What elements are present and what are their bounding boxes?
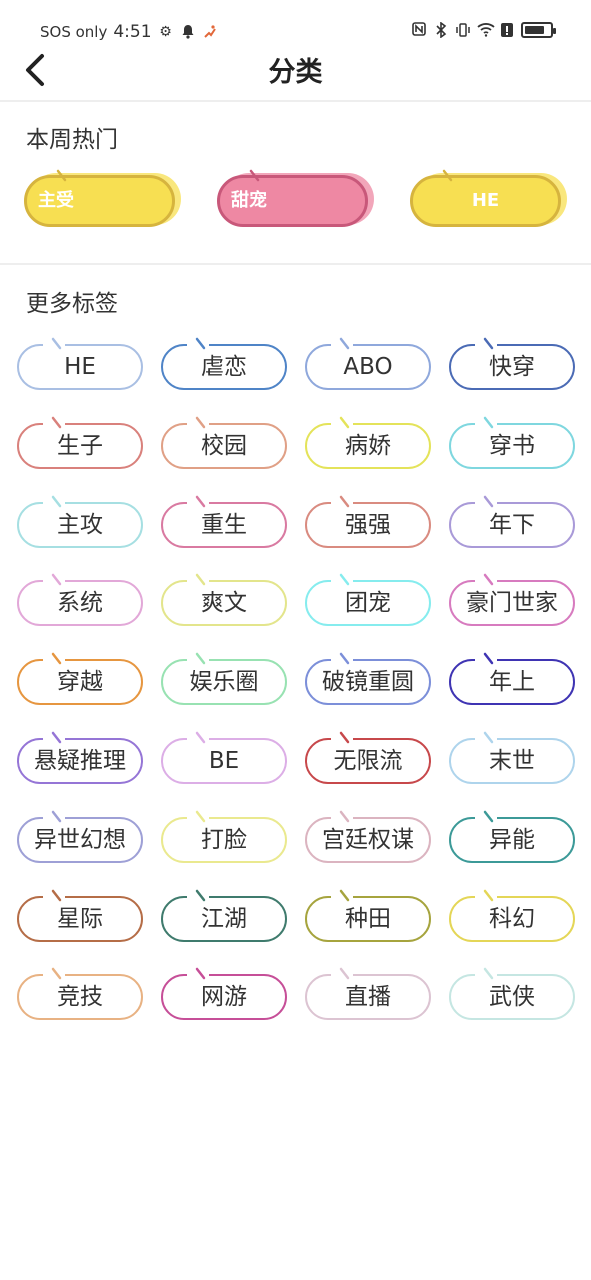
top-nav-bar: 分类 [0,46,591,100]
hot-tags-row: 主受 甜宠 HE [0,169,591,235]
tag-chip[interactable]: 江湖 [161,889,288,942]
tag-chip[interactable]: 悬疑推理 [17,731,144,784]
section-divider [0,263,591,265]
tag-chip[interactable]: BE [161,731,288,784]
tag-chip-label: BE [208,748,240,774]
tag-chip-label: 系统 [57,590,103,616]
tag-chip-label: 星际 [57,906,103,932]
tag-chip[interactable]: 重生 [161,495,288,548]
tag-chip-label: 异世幻想 [34,827,126,853]
tag-chip[interactable]: 娱乐圈 [161,652,288,705]
notification-bell-icon [180,24,196,40]
running-app-icon [202,24,218,40]
tag-chip-label: 快穿 [489,354,535,380]
tag-chip[interactable]: 穿书 [449,416,576,469]
tag-chip[interactable]: 宫廷权谋 [305,810,432,863]
vibrate-icon [455,22,471,38]
tag-chip-label: 年下 [489,512,535,538]
tag-chip-label: 生子 [57,433,103,459]
tag-chip-label: 娱乐圈 [189,669,259,695]
status-right [411,21,556,39]
tag-chip-label: 穿越 [57,669,103,695]
bluetooth-icon [433,21,449,39]
tag-chip-label: 江湖 [201,906,247,932]
tag-chip[interactable]: 团宠 [305,573,432,626]
tag-chip-label: 年上 [489,669,535,695]
hot-tag-label: 主受 [38,190,74,211]
tag-chip[interactable]: HE [17,337,144,390]
tag-chip-label: 武侠 [489,984,535,1010]
tag-chip[interactable]: 校园 [161,416,288,469]
tag-chip[interactable]: 打脸 [161,810,288,863]
network-status: SOS only [40,23,108,41]
hot-tag[interactable]: 主受 [24,169,181,229]
hot-tag[interactable]: 甜宠 [217,169,374,229]
tag-chip-label: 豪门世家 [466,590,558,616]
tag-chip[interactable]: 强强 [305,495,432,548]
tag-chip[interactable]: 竞技 [17,967,144,1020]
tag-chip[interactable]: 年上 [449,652,576,705]
tag-chip[interactable]: 末世 [449,731,576,784]
tag-chip-label: 宫廷权谋 [322,827,414,853]
tag-chip-label: 竞技 [57,984,103,1010]
tag-chip[interactable]: 星际 [17,889,144,942]
tag-chip[interactable]: 生子 [17,416,144,469]
tag-chip-label: 强强 [345,512,391,538]
tag-chip[interactable]: 直播 [305,967,432,1020]
tag-chip-label: 校园 [201,433,247,459]
tag-chip[interactable]: 科幻 [449,889,576,942]
tag-chip-label: 虐恋 [201,354,247,380]
tag-chip-label: 悬疑推理 [34,748,126,774]
tag-chip[interactable]: 异能 [449,810,576,863]
hot-tag-label: HE [471,190,500,211]
settings-icon: ⚙ [159,24,172,40]
battery-icon [521,22,556,38]
tag-chip[interactable]: 网游 [161,967,288,1020]
tag-chip-label: 破镜重圆 [322,669,414,695]
tag-chip-label: 爽文 [201,590,247,616]
tag-chip[interactable]: 破镜重圆 [305,652,432,705]
tag-chip[interactable]: 异世幻想 [17,810,144,863]
tag-chip-label: HE [64,354,96,380]
tag-chip-label: 末世 [489,748,535,774]
tag-chip[interactable]: 系统 [17,573,144,626]
alert-icon [499,22,515,38]
tag-chip[interactable]: 病娇 [305,416,432,469]
tag-chip-label: 科幻 [489,906,535,932]
tag-chip-label: ABO [343,354,393,380]
tag-chip[interactable]: ABO [305,337,432,390]
tag-chip[interactable]: 穿越 [17,652,144,705]
tag-chip-label: 病娇 [345,433,391,459]
tag-chip[interactable]: 主攻 [17,495,144,548]
page-title: 分类 [268,57,323,88]
hot-tag[interactable]: HE [410,169,567,229]
tag-chip[interactable]: 年下 [449,495,576,548]
tag-chip[interactable]: 虐恋 [161,337,288,390]
tag-chip-label: 异能 [489,827,535,853]
tag-chip[interactable]: 爽文 [161,573,288,626]
tag-chip-label: 直播 [345,984,391,1010]
tag-chip[interactable]: 无限流 [305,731,432,784]
nfc-icon [411,22,427,38]
tag-chip[interactable]: 快穿 [449,337,576,390]
status-left: SOS only 4:51 ⚙ [40,22,218,42]
tag-chip-label: 重生 [201,512,247,538]
header-divider [0,100,591,102]
clock: 4:51 [113,22,152,42]
section-title-hot: 本周热门 [26,127,118,153]
wifi-icon [477,22,495,38]
tag-chip-label: 种田 [345,906,391,932]
tag-chip-label: 无限流 [333,748,403,774]
tag-chip-label: 主攻 [57,512,103,538]
tag-chip[interactable]: 种田 [305,889,432,942]
tag-chip-label: 穿书 [489,433,535,459]
tag-chip[interactable]: 豪门世家 [449,573,576,626]
status-bar: SOS only 4:51 ⚙ [0,0,591,46]
tag-chip-label: 打脸 [201,827,247,853]
hot-tag-label: 甜宠 [231,190,267,211]
tag-chip-label: 团宠 [345,590,391,616]
tag-chip[interactable]: 武侠 [449,967,576,1020]
tag-chip-label: 网游 [201,984,247,1010]
section-title-more: 更多标签 [26,291,118,317]
